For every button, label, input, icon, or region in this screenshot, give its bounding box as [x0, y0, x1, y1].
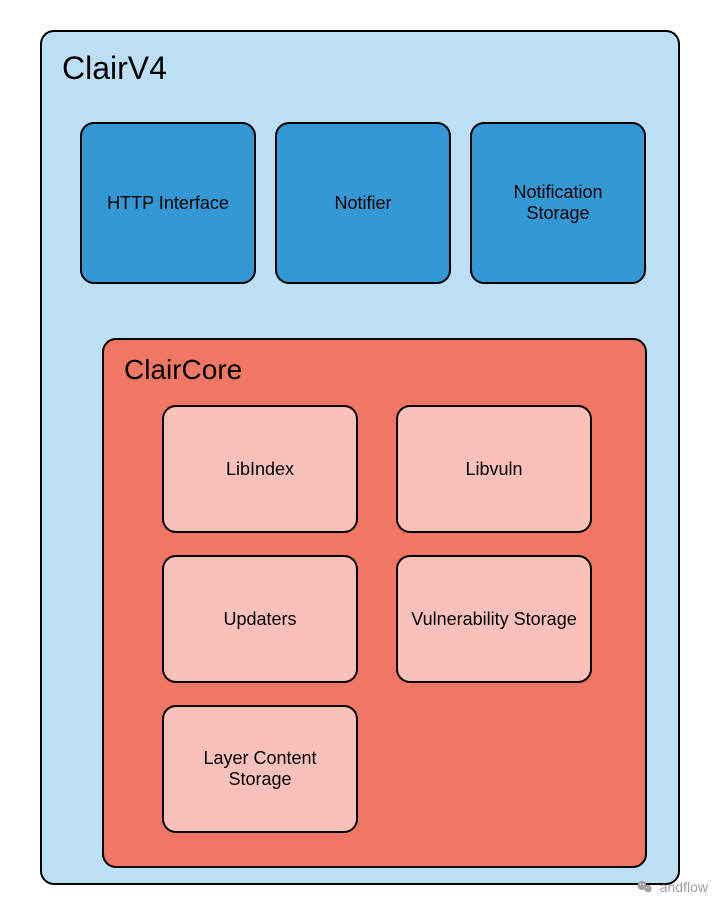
box-http-interface: HTTP Interface — [80, 122, 256, 284]
claircore-row-2: Updaters Vulnerability Storage — [162, 555, 592, 683]
box-layer-content-storage: Layer Content Storage — [162, 705, 358, 833]
clairv4-title: ClairV4 — [62, 50, 167, 87]
box-vulnerability-storage: Vulnerability Storage — [396, 555, 592, 683]
box-label: Libvuln — [465, 459, 522, 480]
claircore-row-1: LibIndex Libvuln — [162, 405, 592, 533]
box-label: Notifier — [334, 193, 391, 214]
box-label: Layer Content Storage — [174, 748, 346, 790]
box-libvuln: Libvuln — [396, 405, 592, 533]
box-label: Updaters — [223, 609, 296, 630]
box-libindex: LibIndex — [162, 405, 358, 533]
claircore-container: ClairCore LibIndex Libvuln Updaters Vuln… — [102, 338, 647, 868]
claircore-title: ClairCore — [124, 354, 242, 386]
wechat-icon — [636, 878, 654, 896]
clairv4-container: ClairV4 HTTP Interface Notifier Notifica… — [40, 30, 680, 885]
box-label: LibIndex — [226, 459, 294, 480]
box-label: Vulnerability Storage — [411, 609, 576, 630]
watermark-text: andflow — [660, 879, 708, 895]
box-updaters: Updaters — [162, 555, 358, 683]
box-label: Notification Storage — [482, 182, 634, 224]
watermark: andflow — [636, 878, 708, 896]
claircore-row-3: Layer Content Storage — [162, 705, 592, 833]
box-label: HTTP Interface — [107, 193, 229, 214]
clairv4-top-row: HTTP Interface Notifier Notification Sto… — [80, 122, 646, 284]
claircore-grid: LibIndex Libvuln Updaters Vulnerability … — [162, 405, 592, 855]
box-notifier: Notifier — [275, 122, 451, 284]
box-notification-storage: Notification Storage — [470, 122, 646, 284]
